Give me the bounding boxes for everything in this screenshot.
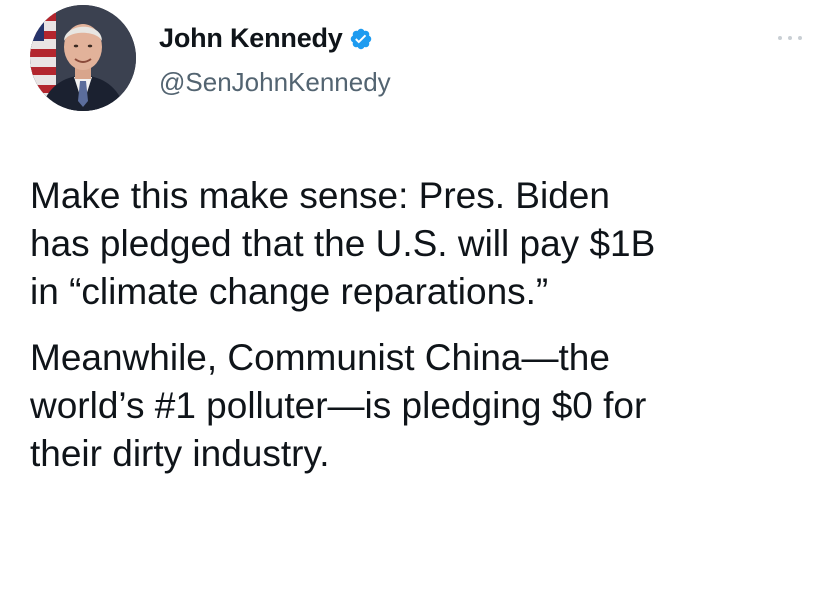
author-name-row: John Kennedy: [159, 23, 373, 54]
more-options-button[interactable]: [772, 28, 808, 48]
avatar[interactable]: [30, 5, 136, 111]
more-options-icon: [778, 36, 802, 40]
tweet-paragraph-2: Meanwhile, Communist China—the world’s #…: [30, 337, 647, 474]
profile-photo-icon: [30, 5, 136, 111]
author-display-name[interactable]: John Kennedy: [159, 23, 343, 54]
tweet-body: Make this make sense: Pres. Biden has pl…: [30, 172, 810, 496]
verified-badge-icon: [350, 28, 371, 49]
tweet-paragraph-1: Make this make sense: Pres. Biden has pl…: [30, 175, 656, 312]
author-handle[interactable]: @SenJohnKennedy: [159, 67, 391, 98]
